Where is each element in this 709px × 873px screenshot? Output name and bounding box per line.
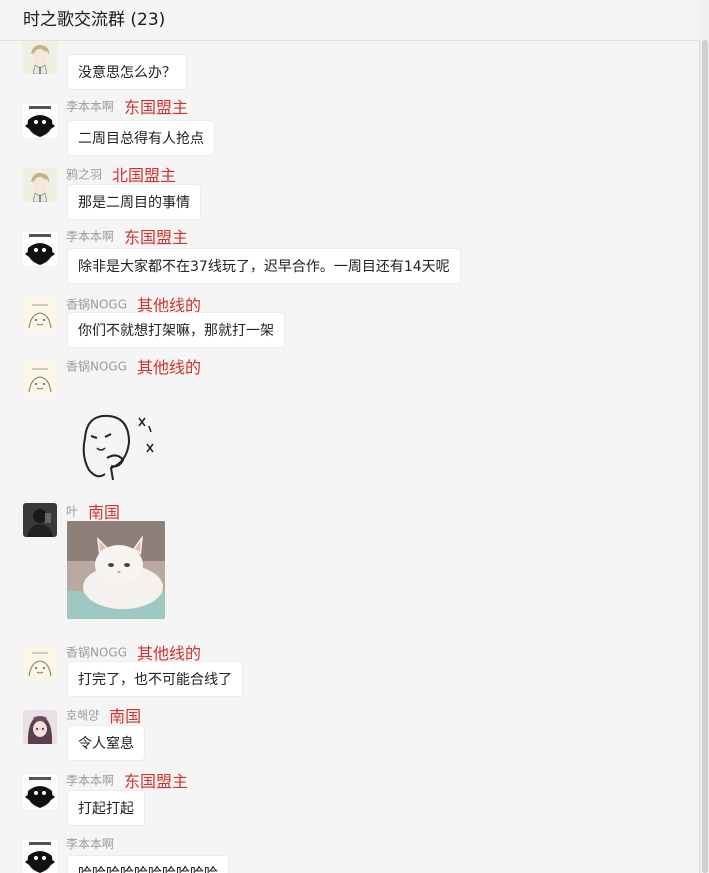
sender-name[interactable]: 李本本啊	[66, 100, 114, 114]
role-tag: 东国盟主	[124, 228, 189, 247]
anime-boy-avatar[interactable]	[23, 40, 57, 74]
sender-name[interactable]: 叶	[66, 505, 78, 519]
anime-boy-avatar[interactable]	[23, 168, 57, 202]
role-tag: 北国盟主	[112, 166, 177, 185]
anime-girl-avatar[interactable]	[23, 710, 57, 744]
message-bubble[interactable]: 二周目总得有人抢点	[67, 120, 215, 156]
message-bubble[interactable]: 令人窒息	[67, 725, 145, 761]
message-bubble[interactable]: 打完了，也不可能合线了	[67, 661, 243, 697]
black-creature-avatar[interactable]	[23, 775, 57, 809]
sender-name[interactable]: 李本本啊	[66, 230, 114, 244]
sender-name[interactable]: 香锅NOGG	[66, 298, 127, 312]
role-tag: 东国盟主	[124, 98, 189, 117]
message-meta: 호해양 南国	[66, 703, 142, 726]
chat-header: 时之歌交流群 (23)	[0, 0, 700, 41]
white-cat-photo[interactable]	[67, 521, 165, 619]
doodle-avatar[interactable]	[23, 362, 57, 396]
doodle-avatar[interactable]	[23, 646, 57, 680]
role-tag: 其他线的	[137, 358, 202, 377]
message-meta: 李本本啊 东国盟主	[66, 224, 189, 247]
message-meta: 李本本啊 东国盟主	[66, 768, 189, 791]
dark-person-avatar[interactable]	[23, 503, 57, 537]
sender-name[interactable]: 李本本啊	[66, 774, 114, 788]
message-meta: 鸦之羽 北国盟主	[66, 162, 177, 185]
group-title[interactable]: 时之歌交流群 (23)	[23, 5, 165, 30]
message-bubble[interactable]: 你们不就想打架嘛，那就打一架	[67, 312, 285, 348]
black-creature-avatar[interactable]	[23, 840, 57, 873]
message-bubble[interactable]: 那是二周目的事情	[67, 184, 201, 220]
message-bubble[interactable]: 打起打起	[67, 790, 145, 826]
role-tag: 东国盟主	[124, 772, 189, 791]
message-meta: 香锅NOGG 其他线的	[66, 292, 201, 315]
black-creature-avatar[interactable]	[23, 232, 57, 266]
sender-name[interactable]: 香锅NOGG	[66, 360, 127, 374]
message-meta: 香锅NOGG 其他线的	[66, 354, 202, 377]
message-bubble[interactable]: 哈哈哈哈哈哈哈哈哈哈	[67, 855, 229, 873]
message-meta: 李本本啊	[66, 833, 124, 853]
message-meta: 李本本啊 东国盟主	[66, 94, 189, 117]
role-tag: 南国	[88, 503, 121, 522]
scrollbar-thumb[interactable]	[702, 40, 708, 873]
vertical-scrollbar[interactable]	[699, 0, 709, 873]
role-tag: 南国	[109, 707, 142, 726]
doodle-avatar[interactable]	[23, 298, 57, 332]
black-creature-avatar[interactable]	[23, 104, 57, 138]
message-bubble[interactable]: 除非是大家都不在37线玩了，迟早合作。一周目还有14天呢	[67, 248, 461, 284]
message-meta: 叶南国	[66, 499, 121, 522]
sender-name[interactable]: 鸦之羽	[66, 168, 102, 182]
message-list[interactable]: 没意思怎么办？ 李本本啊 东国盟主 二周目总得有人抢点 鸦之羽 北国盟主 那是二周目…	[0, 0, 700, 873]
cartoon-face-sticker[interactable]	[67, 408, 167, 488]
sender-name[interactable]: 香锅NOGG	[66, 646, 127, 660]
sender-name[interactable]: 李本本啊	[66, 837, 114, 851]
sender-name[interactable]: 호해양	[66, 709, 99, 723]
message-bubble[interactable]: 没意思怎么办？	[67, 54, 187, 90]
message-meta: 香锅NOGG 其他线的	[66, 640, 201, 663]
